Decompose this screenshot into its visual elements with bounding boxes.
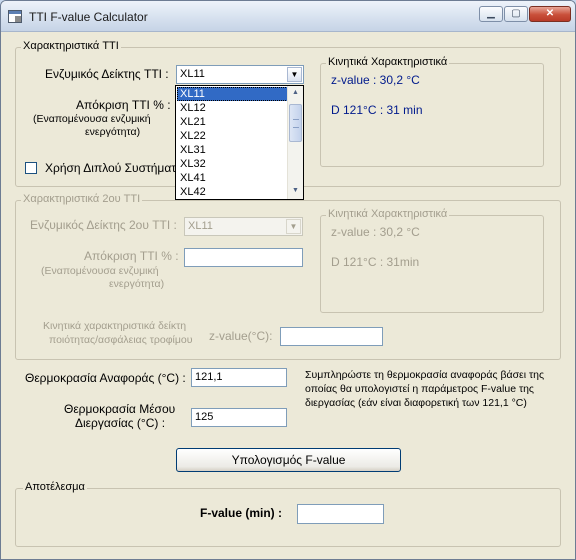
dropdown-option[interactable]: XL21 xyxy=(177,115,288,129)
scroll-down-icon[interactable]: ▼ xyxy=(288,184,303,198)
mean-temp-input[interactable]: 125 xyxy=(191,408,287,427)
tti-characteristics-title: Χαρακτηριστικά TTI xyxy=(21,40,121,52)
tti2-response-sub2: ενεργότητα) xyxy=(109,278,165,290)
dropdown-option[interactable]: XL12 xyxy=(177,101,288,115)
chevron-down-icon[interactable]: ▼ xyxy=(286,219,301,234)
calculate-fvalue-button[interactable]: Υπολογισμός F-value xyxy=(176,448,401,472)
dropdown-option[interactable]: XL32 xyxy=(177,157,288,171)
tti2-characteristics-title: Χαρακτηριστικά 2ου TTI xyxy=(21,193,143,205)
scroll-thumb[interactable] xyxy=(289,104,302,142)
d-value-text-1: D 121°C : 31 min xyxy=(331,103,423,117)
tti-indicator-dropdown-list[interactable]: XL11 XL12 XL21 XL22 XL31 XL32 XL41 XL42 … xyxy=(175,85,304,200)
reference-temp-label: Θερμοκρασία Αναφοράς (°C) : xyxy=(25,371,186,385)
dual-system-label: Χρήση Διπλού Συστήματ xyxy=(45,161,176,175)
reference-info-line1: Συμπληρώστε τη θερμοκρασία αναφοράς βάσε… xyxy=(305,369,545,381)
fvalue-label: F-value (min) : xyxy=(200,506,283,520)
scroll-up-icon[interactable]: ▲ xyxy=(288,86,303,100)
mean-temp-label-1: Θερμοκρασία Μέσου xyxy=(64,402,176,416)
close-icon[interactable]: ✕ xyxy=(529,6,571,22)
dropdown-option[interactable]: XL31 xyxy=(177,143,288,157)
tti-response-sub2: ενεργότητα) xyxy=(85,126,141,138)
reference-info-line2: οποίας θα υπολογιστεί η παράμετρος F-val… xyxy=(305,383,534,395)
reference-temp-input[interactable]: 121,1 xyxy=(191,368,287,387)
dropdown-option[interactable]: XL41 xyxy=(177,171,288,185)
tti2-indicator-value: XL11 xyxy=(188,220,213,232)
title-bar: TTI F-value Calculator ▁ ▢ ✕ xyxy=(1,1,575,32)
tti2-response-label: Απόκριση TTI % : xyxy=(84,249,179,263)
tti-indicator-value: XL11 xyxy=(180,68,205,80)
dropdown-option[interactable]: XL11 xyxy=(177,87,288,101)
dropdown-scrollbar[interactable]: ▲ ▼ xyxy=(287,86,303,199)
tti-response-label: Απόκριση TTI % : xyxy=(76,98,171,112)
dropdown-option[interactable]: XL22 xyxy=(177,129,288,143)
tti-indicator-label: Ενζυμικός Δείκτης TTI : xyxy=(45,67,169,81)
window-title: TTI F-value Calculator xyxy=(29,10,148,24)
tti2-indicator-label: Ενζυμικός Δείκτης 2ου TTI : xyxy=(30,218,177,232)
quality-label-2: ποιότητας/ασφάλειας τροφίμου xyxy=(49,334,193,346)
tti-response-sub1: (Εναπομένουσα ενζυμική xyxy=(33,113,151,125)
app-icon xyxy=(8,10,22,23)
maximize-icon[interactable]: ▢ xyxy=(504,6,528,22)
kinetic-title-2: Κινητικά Χαρακτηριστικά xyxy=(326,208,450,220)
tti2-indicator-select[interactable]: XL11 ▼ xyxy=(184,217,303,236)
fvalue-output[interactable] xyxy=(297,504,384,524)
quality-zvalue-input[interactable] xyxy=(280,327,383,346)
quality-zvalue-label: z-value(°C): xyxy=(209,329,273,343)
minimize-icon[interactable]: ▁ xyxy=(479,6,503,22)
dual-system-checkbox[interactable] xyxy=(25,162,37,174)
chevron-down-icon[interactable]: ▼ xyxy=(287,67,302,82)
result-title: Αποτέλεσμα xyxy=(23,481,87,493)
reference-info-line3: διεργασίας (εάν είναι διαφορετική των 12… xyxy=(305,397,527,409)
quality-label-1: Κινητικά χαρακτηριστικά δείκτη xyxy=(43,320,187,332)
d-value-text-2: D 121°C : 31min xyxy=(331,255,420,269)
tti2-response-sub1: (Εναπομένουσα ενζυμική xyxy=(41,265,159,277)
app-window: TTI F-value Calculator ▁ ▢ ✕ Χαρακτηριστ… xyxy=(0,0,576,560)
dropdown-option[interactable]: XL42 xyxy=(177,185,288,199)
tti2-response-input[interactable] xyxy=(184,248,303,267)
result-group xyxy=(15,488,561,547)
z-value-text-2: z-value : 30,2 °C xyxy=(331,225,420,239)
z-value-text-1: z-value : 30,2 °C xyxy=(331,73,420,87)
mean-temp-label-2: Διεργασίας (°C) : xyxy=(75,416,166,430)
tti-indicator-select[interactable]: XL11 ▼ xyxy=(176,65,304,84)
kinetic-title-1: Κινητικά Χαρακτηριστικά xyxy=(326,56,450,68)
